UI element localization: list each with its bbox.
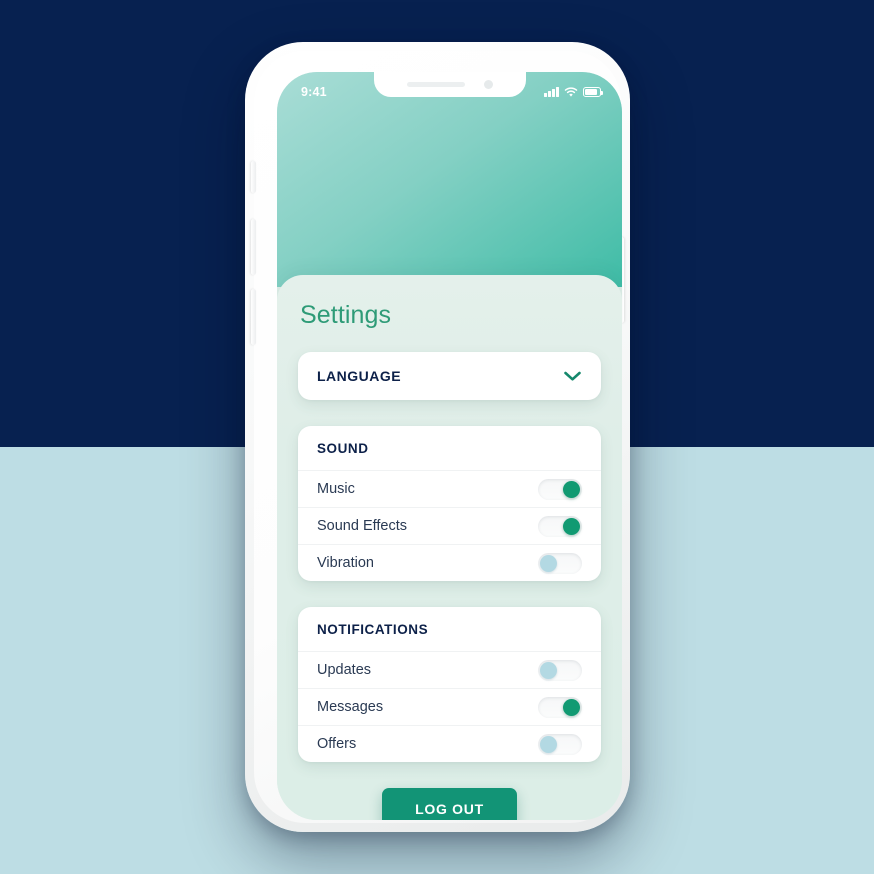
- setting-label-messages: Messages: [317, 699, 384, 715]
- device-notch: [373, 72, 526, 97]
- setting-row-offers[interactable]: Offers: [298, 725, 601, 762]
- toggle-knob: [540, 661, 557, 679]
- settings-group-sound: SOUND Music Sound Effects Vibration: [298, 426, 601, 581]
- front-camera-icon: [483, 80, 493, 89]
- toggle-knob: [563, 698, 580, 716]
- setting-row-vibration[interactable]: Vibration: [298, 544, 601, 581]
- setting-label-sound-effects: Sound Effects: [317, 518, 408, 534]
- setting-label-updates: Updates: [317, 662, 372, 678]
- battery-icon: [583, 87, 604, 97]
- toggle-music[interactable]: [538, 478, 582, 500]
- toggle-messages[interactable]: [538, 696, 582, 718]
- toggle-vibration[interactable]: [538, 552, 582, 574]
- group-header-notifications: NOTIFICATIONS: [317, 621, 429, 637]
- toggle-knob: [540, 735, 557, 753]
- toggle-knob: [563, 517, 580, 535]
- setting-label-offers: Offers: [317, 736, 357, 752]
- toggle-offers[interactable]: [538, 733, 582, 755]
- language-label: LANGUAGE: [317, 368, 402, 384]
- phone-device-frame: 9:41 Settings LANGUAGE SOUND Music Sound…: [245, 42, 630, 832]
- toggle-knob: [540, 554, 557, 572]
- setting-label-music: Music: [317, 481, 355, 497]
- setting-row-updates[interactable]: Updates: [298, 651, 601, 688]
- settings-panel: Settings LANGUAGE SOUND Music Sound Effe…: [277, 275, 622, 820]
- page-title: Settings: [300, 301, 392, 329]
- toggle-knob: [563, 480, 580, 498]
- setting-row-music[interactable]: Music: [298, 470, 601, 507]
- status-bar-icons: [544, 86, 604, 98]
- cellular-signal-icon: [544, 87, 559, 97]
- logout-button-container: LOG OUT: [298, 788, 601, 820]
- chevron-down-icon[interactable]: [563, 370, 582, 382]
- status-bar-time: 9:41: [301, 85, 327, 99]
- language-dropdown[interactable]: LANGUAGE: [298, 352, 601, 400]
- phone-screen: 9:41 Settings LANGUAGE SOUND Music Sound…: [277, 72, 622, 820]
- toggle-sound-effects[interactable]: [538, 515, 582, 537]
- earpiece-speaker-icon: [406, 82, 465, 87]
- toggle-updates[interactable]: [538, 659, 582, 681]
- wifi-icon: [564, 86, 578, 97]
- setting-row-sound-effects[interactable]: Sound Effects: [298, 507, 601, 544]
- settings-group-notifications: NOTIFICATIONS Updates Messages Offers: [298, 607, 601, 762]
- volume-up-button[interactable]: [251, 219, 256, 275]
- silent-switch[interactable]: [251, 161, 256, 193]
- setting-label-vibration: Vibration: [317, 555, 374, 571]
- setting-row-messages[interactable]: Messages: [298, 688, 601, 725]
- volume-down-button[interactable]: [251, 289, 256, 345]
- logout-button[interactable]: LOG OUT: [382, 788, 517, 820]
- phone-inner-bezel: 9:41 Settings LANGUAGE SOUND Music Sound…: [251, 51, 624, 823]
- group-header-sound: SOUND: [317, 440, 369, 456]
